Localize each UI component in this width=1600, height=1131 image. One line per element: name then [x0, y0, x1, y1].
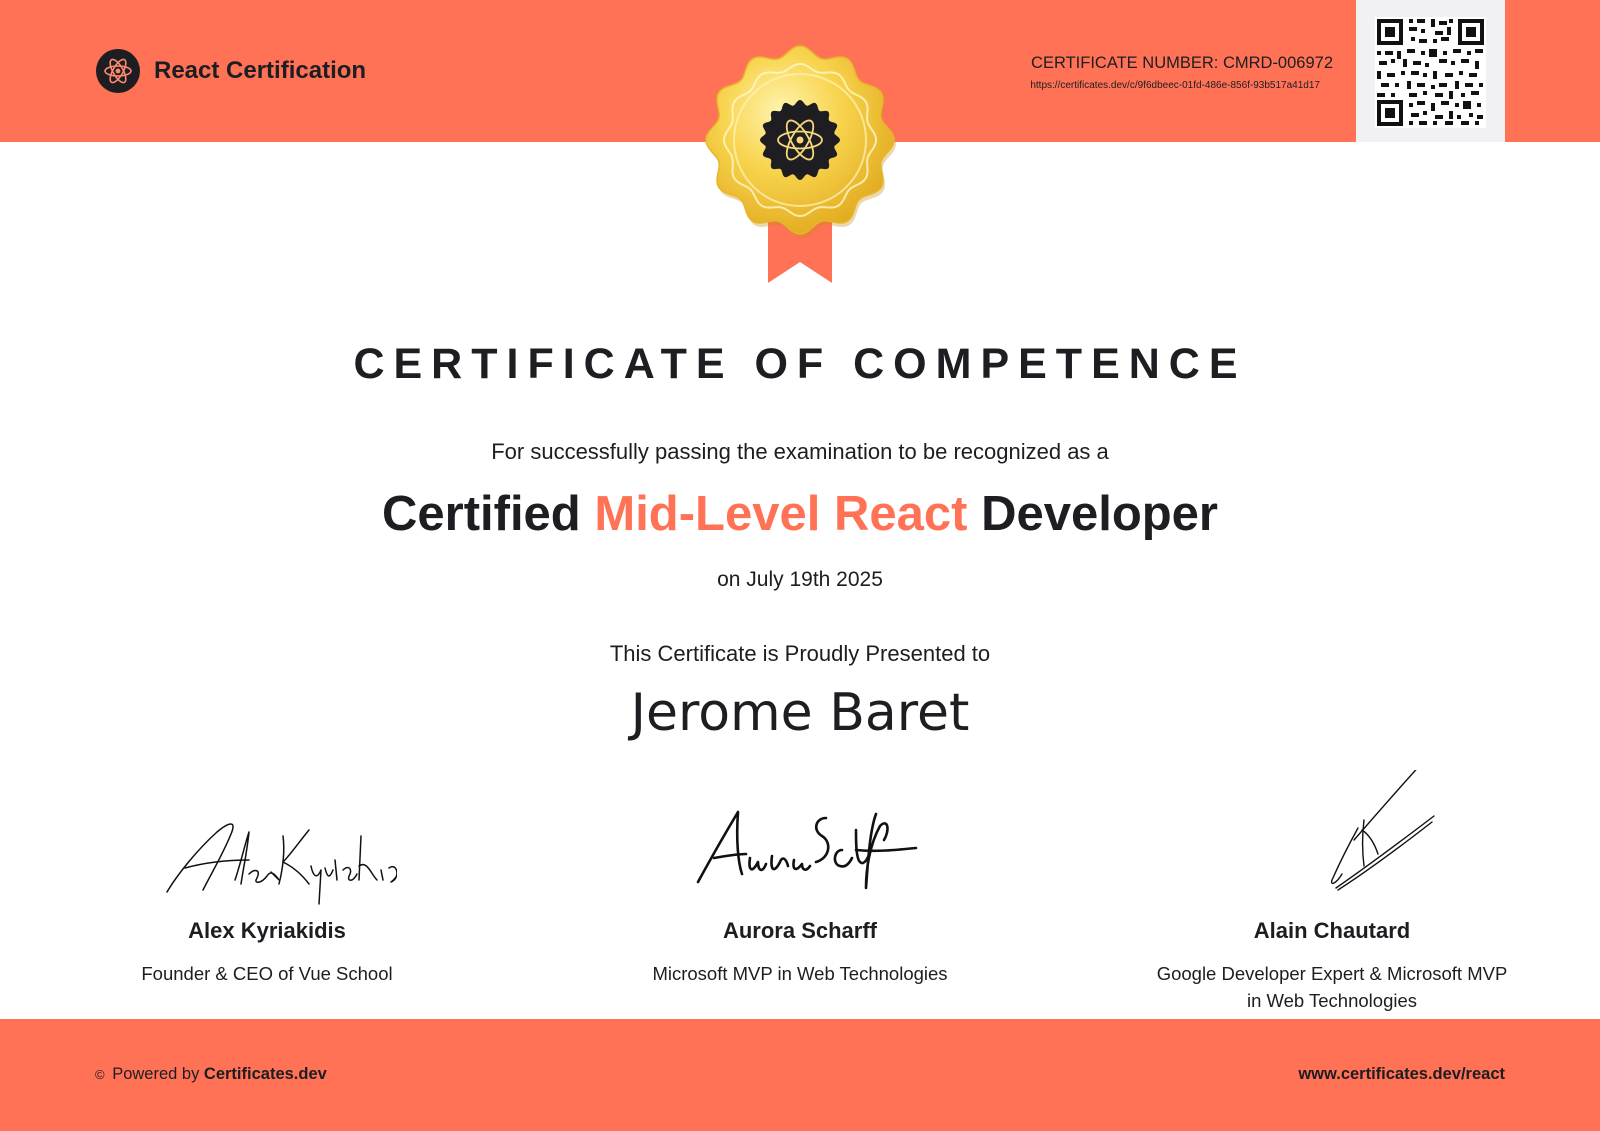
footer-url[interactable]: www.certificates.dev/react [1298, 1065, 1505, 1084]
signer-name: Alex Kyriakidis [188, 918, 346, 943]
signature-1 [166, 823, 397, 905]
certificate-number: CERTIFICATE NUMBER: CMRD-006972 [1031, 54, 1333, 72]
signer-role: Google Developer Expert & Microsoft MVP … [1156, 963, 1508, 1011]
recipient-name: Jerome Baret [630, 683, 970, 743]
powered-by-prefix: Powered by [112, 1065, 200, 1083]
qr-code-box[interactable] [1356, 0, 1505, 142]
seal-badge [705, 45, 896, 283]
signer-2: Aurora Scharff Microsoft MVP in Web Tech… [590, 770, 1010, 984]
signature-3 [1330, 770, 1435, 891]
brand: React Certification [95, 48, 366, 94]
signer-3: Alain Chautard Google Developer Expert &… [1122, 770, 1542, 1011]
certificate-intro: For successfully passing the examination… [491, 439, 1109, 464]
certificate-title: CERTIFICATE OF COMPETENCE [353, 340, 1247, 388]
headline-prefix: Certified [381, 487, 581, 541]
signer-name: Alain Chautard [1253, 918, 1411, 943]
signer-role: Founder & CEO of Vue School [141, 963, 393, 984]
signer-name: Aurora Scharff [722, 918, 878, 943]
seal-inner-icon [760, 100, 840, 180]
brand-name: React Certification [154, 57, 367, 84]
headline-suffix: Developer [981, 487, 1218, 541]
headline-accent: Mid-Level React [594, 487, 968, 541]
qr-code-icon [1375, 17, 1486, 128]
copyright-icon: © [95, 1067, 105, 1082]
signer-role: Microsoft MVP in Web Technologies [652, 963, 948, 984]
certification-date: on July 19th 2025 [717, 568, 883, 591]
react-atom-icon [96, 49, 140, 93]
presented-to-label: This Certificate is Proudly Presented to [609, 641, 991, 666]
powered-by-brand[interactable]: Certificates.dev [204, 1065, 327, 1083]
certificate-url[interactable]: https://certificates.dev/c/9f6dbeec-01fd… [1030, 80, 1320, 91]
signature-2 [696, 810, 918, 890]
certification-headline: Certified Mid-Level React Developer [0, 486, 1600, 542]
powered-by: © Powered by Certificates.dev [95, 1065, 327, 1084]
signer-1: Alex Kyriakidis Founder & CEO of Vue Sch… [57, 770, 477, 984]
